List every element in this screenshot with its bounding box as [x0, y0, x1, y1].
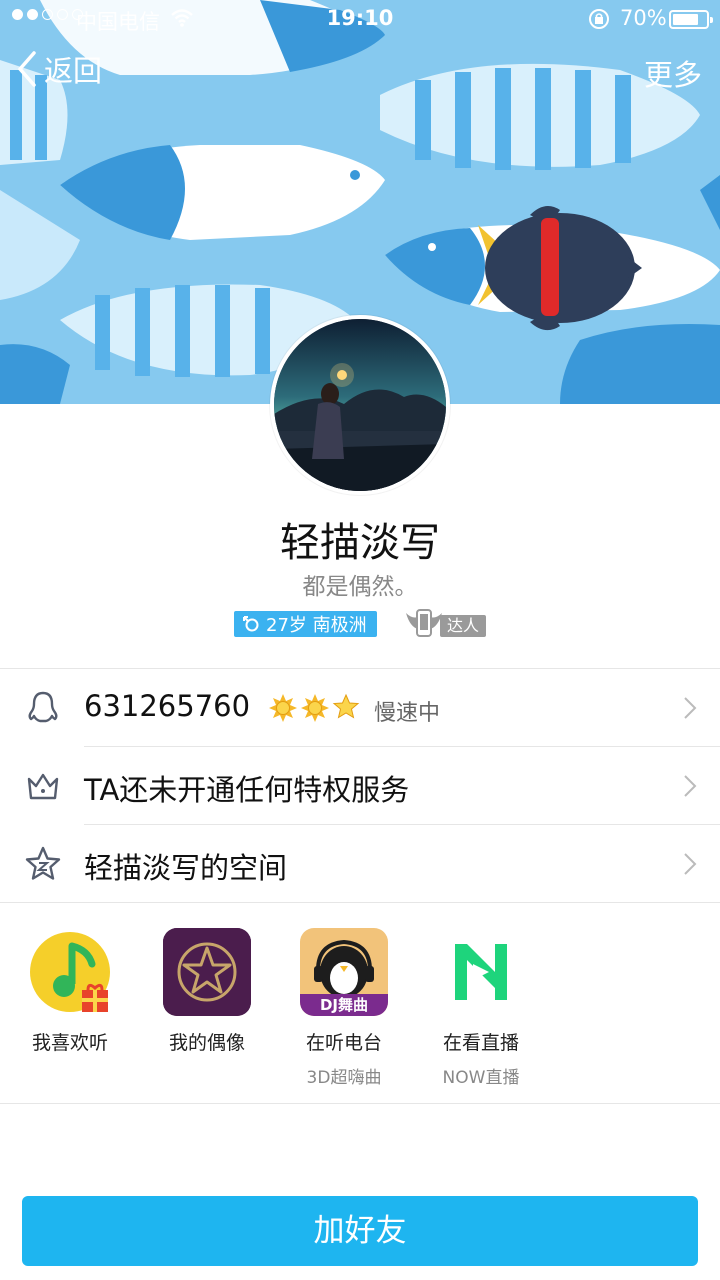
- qq-number: 631265760: [84, 689, 251, 723]
- avatar-image: [274, 319, 446, 491]
- back-button[interactable]: 返回: [14, 48, 102, 90]
- nav-bar: 返回 更多: [0, 48, 720, 98]
- status-bar: 中国电信 19:10 70%: [0, 0, 720, 40]
- app-shortcuts: 我喜欢听 我的偶像 DJ舞曲 在听电台 3D超嗨曲 在看直播 NOW直播: [0, 903, 720, 1103]
- avatar[interactable]: [270, 315, 450, 495]
- app-music[interactable]: 我喜欢听: [5, 928, 135, 1055]
- app-subtitle: 3D超嗨曲: [306, 1068, 382, 1088]
- app-subtitle: NOW直播: [442, 1068, 520, 1088]
- chevron-right-icon: [684, 775, 697, 797]
- star-level-icon: [332, 693, 360, 719]
- app-live[interactable]: 在看直播 NOW直播: [416, 928, 546, 1088]
- profile-signature: 都是偶然。: [302, 574, 418, 600]
- daren-label: 达人: [440, 615, 486, 637]
- battery-icon: [669, 10, 713, 29]
- clock: 19:10: [326, 6, 394, 30]
- lock-rotation-icon: [589, 9, 609, 29]
- app-idol[interactable]: 我的偶像: [142, 928, 272, 1055]
- winged-phone-icon: [406, 609, 442, 637]
- dj-radio-icon: DJ舞曲: [300, 928, 388, 1016]
- back-label: 返回: [44, 54, 103, 88]
- profile-tags: 27岁 南极洲 达人: [0, 605, 720, 645]
- qq-level: [268, 693, 360, 723]
- gender-age-icon: [243, 616, 259, 632]
- more-button[interactable]: 更多: [644, 52, 702, 94]
- app-name: 我喜欢听: [31, 1032, 108, 1054]
- privilege-text: TA还未开通任何特权服务: [84, 773, 410, 807]
- star-icon: [25, 846, 61, 880]
- app-name: 在听电台: [305, 1032, 382, 1054]
- info-badge-text: 27岁 南极洲: [266, 615, 367, 636]
- sun-level-icon: [269, 694, 297, 722]
- chevron-left-icon: [18, 51, 36, 87]
- profile-name: 轻描淡写: [280, 520, 440, 566]
- privilege-row[interactable]: TA还未开通任何特权服务: [0, 747, 720, 825]
- daren-badge[interactable]: 达人: [404, 605, 488, 641]
- crown-icon: [27, 773, 59, 800]
- app-name: 在看直播: [442, 1032, 519, 1054]
- app-radio[interactable]: DJ舞曲 在听电台 3D超嗨曲: [279, 928, 409, 1088]
- qq-music-icon: [26, 928, 114, 1016]
- battery-percent: 70%: [620, 6, 667, 30]
- add-friend-button[interactable]: 加好友: [22, 1196, 698, 1266]
- chevron-right-icon: [684, 853, 697, 875]
- online-status: 慢速中: [374, 701, 441, 726]
- now-live-icon: [437, 928, 525, 1016]
- qq-number-row[interactable]: 631265760 慢速中: [0, 669, 720, 747]
- app-name: 我的偶像: [168, 1032, 245, 1054]
- dj-badge: DJ舞曲: [319, 996, 369, 1014]
- info-badge: 27岁 南极洲: [234, 611, 377, 637]
- penguin-outline-icon: [28, 691, 58, 723]
- chevron-right-icon: [684, 697, 697, 719]
- idol-app-icon: [163, 928, 251, 1016]
- divider: [0, 1103, 720, 1104]
- space-text: 轻描淡写的空间: [84, 851, 288, 885]
- qzone-row[interactable]: 轻描淡写的空间: [0, 825, 720, 903]
- sun-level-icon: [301, 694, 329, 722]
